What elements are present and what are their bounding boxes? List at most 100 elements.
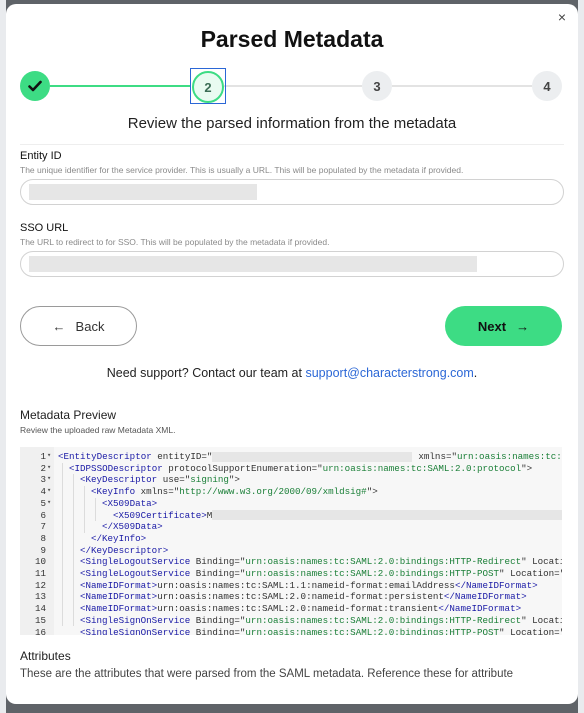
support-prefix: Need support? Contact our team at xyxy=(106,366,302,380)
code-token: " Location=" xyxy=(499,626,562,636)
fold-toggle-icon[interactable]: ▾ xyxy=(47,498,51,510)
code-token: "> xyxy=(366,486,378,498)
code-token: </KeyDescriptor> xyxy=(80,544,169,556)
code-token: <NameIDFormat> xyxy=(80,603,158,615)
code-line: 10 <SingleLogoutService Binding="urn:oasi… xyxy=(20,556,562,568)
code-token: urn:oasis:names:tc:SAML:2.0:protocol xyxy=(322,462,522,474)
code-token: Binding=" xyxy=(190,626,246,636)
code-text: <EntityDescriptor entityID=" xmlns="urn:o… xyxy=(58,451,562,463)
code-line: 3 ▾ <KeyDescriptor use="signing"> xyxy=(20,474,562,486)
step-3[interactable]: 3 xyxy=(362,71,392,101)
stepper-track-complete xyxy=(50,85,190,87)
metadata-xml-editor[interactable]: 1 ▾ <EntityDescriptor entityID=" xmlns="urn… xyxy=(20,447,562,635)
entity-id-input[interactable] xyxy=(20,179,564,205)
fold-toggle-icon[interactable]: ▾ xyxy=(47,486,51,498)
code-token: protocolSupportEnumeration=" xyxy=(162,462,323,474)
close-icon[interactable]: × xyxy=(555,10,569,24)
line-number: 7 xyxy=(40,521,46,533)
code-token: <KeyInfo xyxy=(91,486,136,498)
code-text: <NameIDFormat>urn:oasis:names:tc:SAML:1.… xyxy=(80,580,538,592)
code-line: 13 <NameIDFormat>urn:oasis:names:tc:SAML:… xyxy=(20,591,562,603)
code-line: 11 <SingleLogoutService Binding="urn:oasi… xyxy=(20,568,562,580)
code-token: Binding=" xyxy=(190,614,246,626)
step-2[interactable]: 2 xyxy=(192,71,224,103)
code-token: entityID=" xyxy=(151,451,213,462)
support-suffix: . xyxy=(473,366,478,380)
code-line: 12 <NameIDFormat>urn:oasis:names:tc:SAML:… xyxy=(20,580,562,592)
attributes-title: Attributes xyxy=(20,649,71,663)
code-text: <SingleSignOnService Binding="urn:oasis:… xyxy=(80,615,562,627)
line-number: 5 xyxy=(40,497,46,509)
back-button[interactable]: ← Back xyxy=(20,306,137,346)
next-button[interactable]: Next → xyxy=(445,306,562,346)
code-token: xmlns=" xyxy=(135,486,180,498)
code-token: <NameIDFormat> xyxy=(80,579,158,591)
code-text: <KeyDescriptor use="signing"> xyxy=(80,474,240,486)
sso-url-label: SSO URL xyxy=(20,222,69,234)
code-token: Binding=" xyxy=(190,556,246,568)
code-token: "> xyxy=(521,462,533,474)
code-token: <EntityDescriptor xyxy=(58,451,152,462)
code-text: <SingleLogoutService Binding="urn:oasis:… xyxy=(80,556,562,568)
code-text: <IDPSSODescriptor protocolSupportEnumera… xyxy=(69,463,532,475)
attributes-help: These are the attributes that were parse… xyxy=(20,668,514,680)
line-number: 9 xyxy=(40,544,46,556)
code-token: urn:oasis:names:tc:SAML:2.0:bindings:HTT… xyxy=(245,626,500,636)
support-email-link[interactable]: support@characterstrong.com xyxy=(305,366,473,380)
progress-stepper: 2 3 4 xyxy=(20,68,566,104)
metadata-preview-help: Review the uploaded raw Metadata XML. xyxy=(20,425,176,435)
code-token: <X509Data> xyxy=(102,497,158,509)
code-line: 8 </KeyInfo> xyxy=(20,533,562,545)
sso-url-help: The URL to redirect to for SSO. This wil… xyxy=(20,237,330,247)
code-token: use=" xyxy=(157,474,191,486)
line-number: 10 xyxy=(34,556,46,568)
code-token: </KeyInfo> xyxy=(91,532,147,544)
code-token: <KeyDescriptor xyxy=(80,474,158,486)
code-token: urn:oasis:names:tc:SAM xyxy=(457,451,562,462)
code-text: </X509Data> xyxy=(102,521,163,533)
code-token: xmlns=" xyxy=(418,451,457,462)
fold-toggle-icon[interactable]: ▾ xyxy=(47,463,51,475)
fold-toggle-icon[interactable]: ▾ xyxy=(47,474,51,486)
code-token: </X509Data> xyxy=(102,521,163,533)
redacted-value xyxy=(29,184,257,200)
step-4[interactable]: 4 xyxy=(532,71,562,101)
code-text: </KeyDescriptor> xyxy=(80,545,168,557)
stepper-track xyxy=(392,85,532,87)
code-line: 14 <NameIDFormat>urn:oasis:names:tc:SAML:… xyxy=(20,603,562,615)
page-backdrop xyxy=(578,0,584,713)
metadata-preview-title: Metadata Preview xyxy=(20,408,117,422)
line-number: 15 xyxy=(34,614,46,626)
divider xyxy=(20,144,564,145)
code-token: urn:oasis:names:tc:SAML:2.0:bindings:HTT… xyxy=(245,556,522,568)
code-token: <NameIDFormat> xyxy=(80,591,158,603)
line-number: 4 xyxy=(40,486,46,498)
code-token: " Location=' xyxy=(521,614,562,626)
line-number: 11 xyxy=(34,568,46,579)
code-line: 1 ▾ <EntityDescriptor entityID=" xmlns="urn… xyxy=(20,451,562,463)
code-text: <KeyInfo xmlns="http://www.w3.org/2000/0… xyxy=(91,486,378,498)
code-line: 5 ▾ <X509Data> xyxy=(20,498,562,510)
redacted-value xyxy=(212,451,413,462)
line-number: 2 xyxy=(40,462,46,474)
code-line: 16 <SingleSignOnService Binding="urn:oasi… xyxy=(20,627,562,636)
support-text: Need support? Contact our team at suppor… xyxy=(6,366,578,380)
line-number: 6 xyxy=(40,509,46,521)
line-number: 16 xyxy=(34,626,46,636)
sso-url-input[interactable] xyxy=(20,251,564,277)
code-token: <SingleSignOnService xyxy=(80,614,191,626)
code-token: " Location=' xyxy=(521,556,562,568)
redacted-value xyxy=(212,510,562,521)
line-number: 14 xyxy=(34,603,46,615)
code-line: 4 ▾ <KeyInfo xmlns="http://www.w3.org/2000… xyxy=(20,486,562,498)
code-token: <IDPSSODescriptor xyxy=(69,462,163,474)
step-1-check-icon[interactable] xyxy=(20,71,50,101)
code-token: signing xyxy=(190,474,229,486)
code-token: urn:oasis:names:tc:SAML:2.0:nameid-forma… xyxy=(157,591,444,603)
code-token: </NameIDFormat> xyxy=(454,579,538,591)
entity-id-help: The unique identifier for the service pr… xyxy=(20,165,464,175)
arrow-left-icon: ← xyxy=(52,318,66,334)
line-number: 1 xyxy=(40,451,46,462)
fold-toggle-icon[interactable]: ▾ xyxy=(47,451,51,463)
parsed-metadata-modal: × Parsed Metadata 2 3 4 Review the parse… xyxy=(6,4,578,704)
